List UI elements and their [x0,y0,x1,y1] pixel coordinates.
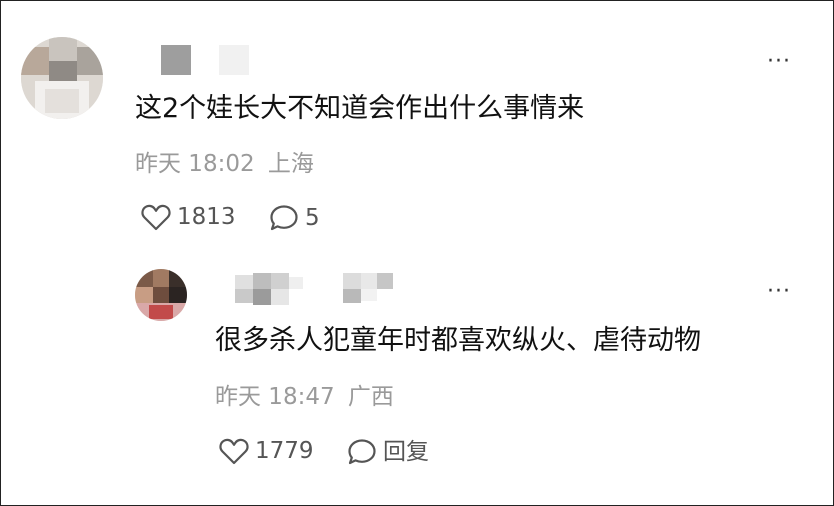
comment-item: ··· 很多杀人犯童年时都喜欢纵火、虐待动物 昨天 18:47 广西 1779 … [1,251,833,505]
more-options-button[interactable]: ··· [767,51,791,73]
reply-label: 回复 [383,438,429,465]
comment-item: ··· 这2个娃长大不知道会作出什么事情来 昨天 18:02 上海 1813 5 [1,1,833,251]
reply-count: 5 [305,204,320,231]
username[interactable] [161,45,253,77]
speech-bubble-icon [348,439,376,465]
username[interactable] [235,273,405,309]
reply-button[interactable]: 回复 [347,438,429,466]
avatar[interactable] [135,269,187,321]
speech-bubble-icon [270,205,298,231]
like-count: 1813 [177,204,236,230]
comment-meta: 昨天 18:47 广西 [215,386,394,409]
reply-count-button[interactable]: 5 [269,204,320,232]
heart-outline-icon [219,438,249,465]
like-button[interactable]: 1813 [141,204,236,231]
more-options-button[interactable]: ··· [767,281,791,303]
like-button[interactable]: 1779 [219,438,314,465]
comment-meta: 昨天 18:02 上海 [135,153,314,176]
comment-panel: ··· 这2个娃长大不知道会作出什么事情来 昨天 18:02 上海 1813 5 [0,0,834,506]
comment-location: 上海 [267,151,314,177]
comment-time: 昨天 18:02 [135,151,255,177]
like-count: 1779 [255,438,314,464]
heart-outline-icon [141,204,171,231]
comment-text: 这2个娃长大不知道会作出什么事情来 [135,93,585,124]
comment-location: 广西 [347,384,394,410]
comment-time: 昨天 18:47 [215,384,335,410]
comment-text: 很多杀人犯童年时都喜欢纵火、虐待动物 [215,325,701,356]
avatar[interactable] [21,37,103,119]
